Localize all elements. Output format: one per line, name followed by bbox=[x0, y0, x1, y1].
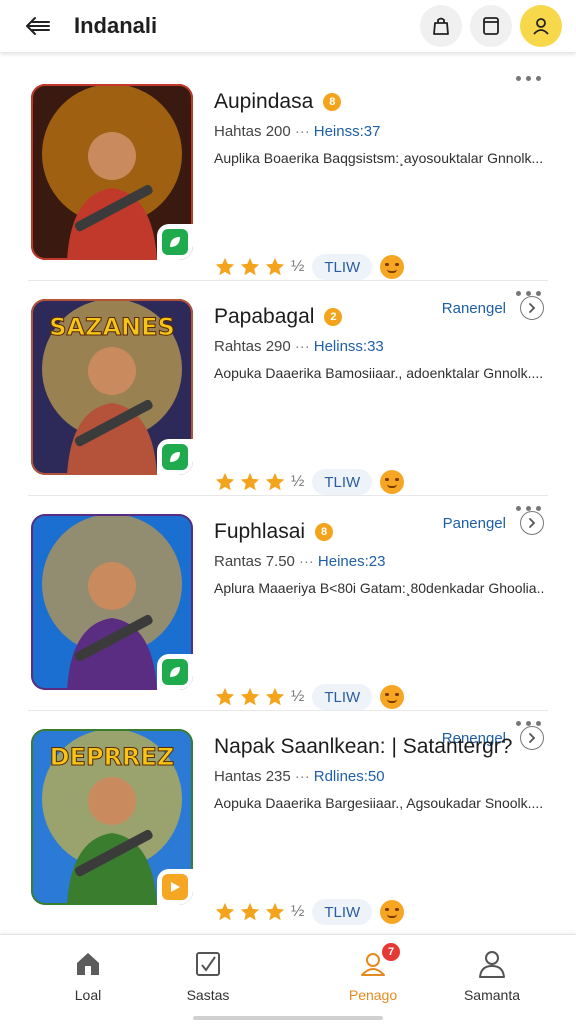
tag-chip[interactable]: TLIW bbox=[312, 254, 373, 280]
profile-icon bbox=[479, 951, 505, 978]
app-thumbnail[interactable]: DEPRREZ bbox=[31, 729, 193, 905]
star-icon bbox=[265, 472, 285, 491]
app-name: Napak Saanlkean: | Satantergr? bbox=[214, 735, 513, 758]
smiley-icon bbox=[380, 685, 405, 709]
star-icon bbox=[215, 902, 235, 921]
level-badge: 8 bbox=[323, 93, 342, 111]
rating-row: ½ TLIW bbox=[214, 684, 405, 710]
tag-chip[interactable]: TLIW bbox=[312, 684, 373, 710]
svg-text:SAZANES: SAZANES bbox=[49, 313, 175, 341]
app-price: Hahtas 200 bbox=[214, 123, 291, 140]
app-stat: Rdlines:50 bbox=[313, 768, 385, 785]
app-thumbnail[interactable] bbox=[31, 84, 193, 260]
star-icon bbox=[265, 687, 285, 706]
app-meta: Rahtas 290 ··· Helinss:33 bbox=[214, 338, 548, 355]
star-icon bbox=[215, 687, 235, 706]
app-description: Aopuka Daaerika Bargesiiaar., Agsoukadar… bbox=[214, 795, 544, 811]
user-icon bbox=[533, 18, 549, 35]
leaf-icon bbox=[157, 654, 193, 690]
star-icon bbox=[240, 902, 260, 921]
level-badge: 2 bbox=[324, 308, 343, 326]
more-options-icon[interactable] bbox=[516, 502, 542, 516]
play-icon bbox=[157, 869, 193, 905]
app-description: Aplura Maaeriya B<80i Gatam:¸80denkadar … bbox=[214, 580, 544, 596]
user-button[interactable] bbox=[520, 5, 562, 47]
app-meta: Rantas 7.50 ··· Heines:23 bbox=[214, 553, 548, 570]
notification-badge: 7 bbox=[382, 943, 400, 961]
home-icon bbox=[77, 953, 99, 975]
app-description: Aopuka Daaerika Bamosiiaar., adoenktalar… bbox=[214, 365, 544, 381]
bookmark-icon bbox=[483, 17, 499, 35]
nav-label: Sastas bbox=[186, 987, 230, 1003]
app-stat: Heinss:37 bbox=[313, 123, 381, 140]
nav-item-penago[interactable]: 7 Penago bbox=[318, 943, 428, 1003]
app-stat: Helinss:33 bbox=[313, 338, 384, 355]
bottom-navigation: Loal Sastas 7 Penago Samanta bbox=[0, 934, 576, 1024]
app-name: Aupindasa bbox=[214, 90, 314, 113]
app-thumbnail[interactable] bbox=[31, 514, 193, 690]
leaf-icon bbox=[157, 224, 193, 260]
level-badge: 8 bbox=[315, 523, 334, 541]
smiley-icon bbox=[380, 900, 405, 924]
tag-chip[interactable]: TLIW bbox=[312, 899, 373, 925]
app-price: Rahtas 290 bbox=[214, 338, 291, 355]
app-price: Hantas 235 bbox=[214, 768, 291, 785]
app-meta: Hahtas 200 ··· Heinss:37 bbox=[214, 123, 548, 140]
bookmark-button[interactable] bbox=[470, 5, 512, 47]
nav-item-samanta[interactable]: Samanta bbox=[437, 947, 547, 1003]
rating-row: ½ TLIW bbox=[214, 469, 405, 495]
star-icon bbox=[240, 257, 260, 276]
star-icon bbox=[215, 257, 235, 276]
smiley-icon bbox=[380, 255, 405, 279]
more-options-icon[interactable] bbox=[516, 287, 542, 301]
back-button[interactable] bbox=[20, 8, 56, 44]
list-item[interactable]: Fuphlasai 8 Rantas 7.50 ··· Heines:23 Aplu… bbox=[28, 496, 548, 750]
half-star-mark: ½ bbox=[291, 258, 305, 275]
smiley-icon bbox=[380, 470, 405, 494]
half-star-mark: ½ bbox=[291, 473, 305, 490]
app-description: Auplika Boaerika Baqgsistsm:¸ayosouktala… bbox=[214, 150, 544, 166]
separator-dots: ··· bbox=[294, 768, 310, 785]
checkbox-icon bbox=[196, 952, 220, 976]
app-price: Rantas 7.50 bbox=[214, 553, 295, 570]
shopping-bag-icon bbox=[433, 17, 449, 35]
list-item[interactable]: SAZANES Papabagal 2 Rahtas 290 ··· Helinss… bbox=[28, 281, 548, 535]
separator-dots: ··· bbox=[298, 553, 314, 570]
nav-item-sastas[interactable]: Sastas bbox=[153, 947, 263, 1003]
separator-dots: ··· bbox=[294, 338, 310, 355]
nav-label: Samanta bbox=[463, 987, 521, 1003]
page-title: Indanali bbox=[74, 13, 158, 38]
app-thumbnail[interactable]: SAZANES bbox=[31, 299, 193, 475]
tag-chip[interactable]: TLIW bbox=[312, 469, 373, 495]
leaf-icon bbox=[157, 439, 193, 475]
home-indicator bbox=[193, 1016, 383, 1020]
list-item[interactable]: Aupindasa 8 Hahtas 200 ··· Heinss:37 Aupli… bbox=[28, 66, 548, 320]
rating-row: ½ TLIW bbox=[214, 254, 405, 280]
list-item[interactable]: DEPRREZ Napak Saanlkean: | Satantergr? H… bbox=[28, 711, 548, 965]
star-icon bbox=[215, 472, 235, 491]
separator-dots: ··· bbox=[294, 123, 310, 140]
app-list: Aupindasa 8 Hahtas 200 ··· Heinss:37 Aupli… bbox=[0, 66, 576, 965]
more-options-icon[interactable] bbox=[516, 717, 542, 731]
star-icon bbox=[265, 902, 285, 921]
rating-row: ½ TLIW bbox=[214, 899, 405, 925]
arrow-left-icon bbox=[26, 17, 50, 35]
app-stat: Heines:23 bbox=[317, 553, 386, 570]
app-name: Fuphlasai bbox=[214, 520, 306, 543]
app-name: Papabagal bbox=[214, 305, 315, 328]
svg-text:DEPRREZ: DEPRREZ bbox=[50, 743, 175, 771]
star-icon bbox=[240, 472, 260, 491]
half-star-mark: ½ bbox=[291, 688, 305, 705]
app-meta: Hantas 235 ··· Rdlines:50 bbox=[214, 768, 548, 785]
more-options-icon[interactable] bbox=[516, 72, 542, 86]
star-icon bbox=[265, 257, 285, 276]
half-star-mark: ½ bbox=[291, 903, 305, 920]
nav-label: Penago bbox=[348, 987, 398, 1003]
nav-label: Loal bbox=[74, 987, 102, 1003]
nav-item-loal[interactable]: Loal bbox=[33, 947, 143, 1003]
app-header: Indanali bbox=[0, 0, 576, 52]
shop-button[interactable] bbox=[420, 5, 462, 47]
star-icon bbox=[240, 687, 260, 706]
